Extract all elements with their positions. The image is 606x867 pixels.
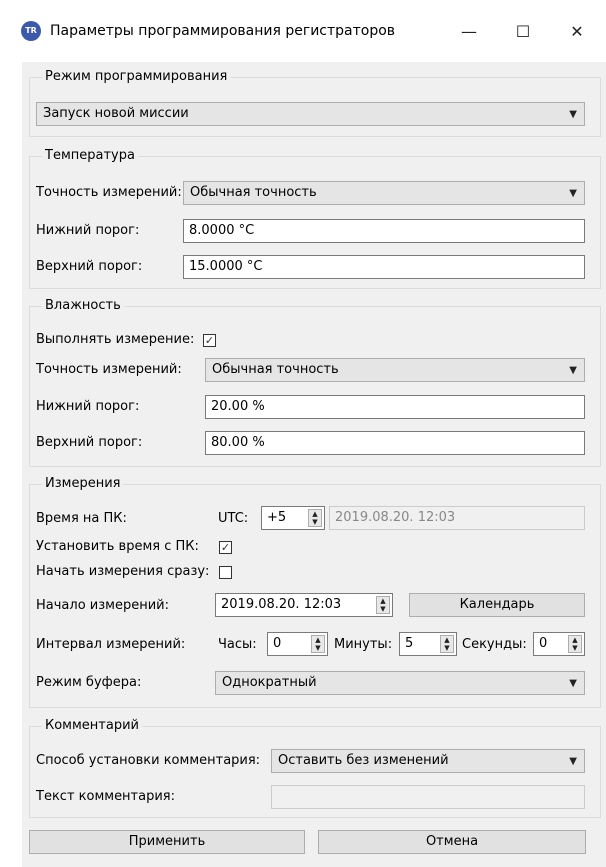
- comment-method-select[interactable]: Оставить без изменений ▼: [271, 749, 585, 773]
- apply-button[interactable]: Применить: [29, 830, 305, 854]
- humidity-measure-checkbox[interactable]: ✓: [203, 334, 216, 347]
- programming-mode-legend: Режим программирования: [42, 68, 231, 86]
- start-datetime-picker[interactable]: 2019.08.20. 12:03 ▲ ▼: [215, 593, 393, 617]
- cancel-button[interactable]: Отмена: [318, 830, 586, 854]
- seconds-stepper[interactable]: 0 ▲ ▼: [533, 632, 585, 656]
- hours-stepper[interactable]: 0 ▲ ▼: [267, 632, 328, 656]
- humidity-low-label: Нижний порог:: [36, 399, 140, 414]
- chevron-down-icon: ▼: [569, 756, 577, 767]
- utc-label: UTC:: [218, 511, 249, 526]
- spin-arrows-icon[interactable]: ▲ ▼: [568, 635, 582, 653]
- temperature-accuracy-label: Точность измерений:: [36, 185, 182, 200]
- humidity-accuracy-select[interactable]: Обычная точность ▼: [205, 358, 585, 382]
- start-now-checkbox[interactable]: [219, 566, 232, 579]
- start-now-label: Начать измерения сразу:: [36, 564, 210, 579]
- humidity-high-label: Верхний порог:: [36, 435, 143, 450]
- minutes-value: 5: [405, 636, 414, 651]
- start-label: Начало измерений:: [36, 598, 169, 613]
- temperature-accuracy-value: Обычная точность: [190, 185, 317, 200]
- maximize-icon[interactable]: ☐: [509, 20, 537, 44]
- close-icon[interactable]: ✕: [563, 20, 591, 44]
- set-time-checkbox[interactable]: ✓: [219, 541, 232, 554]
- humidity-accuracy-label: Точность измерений:: [36, 362, 182, 377]
- comment-text-label: Текст комментария:: [36, 789, 176, 804]
- humidity-legend: Влажность: [42, 297, 124, 315]
- humidity-high-input[interactable]: 80.00 %: [205, 431, 585, 455]
- app-logo-icon: TR: [21, 21, 41, 41]
- window-title: Параметры программирования регистраторов: [50, 23, 396, 39]
- set-time-label: Установить время с ПК:: [36, 539, 199, 554]
- buffer-mode-value: Однократный: [222, 675, 317, 690]
- utc-offset-value: +5: [267, 510, 287, 525]
- utc-offset-stepper[interactable]: +5 ▲ ▼: [261, 506, 325, 530]
- comment-legend: Комментарий: [42, 717, 142, 735]
- temperature-low-input[interactable]: 8.0000 °C: [183, 219, 585, 243]
- minutes-stepper[interactable]: 5 ▲ ▼: [399, 632, 457, 656]
- temperature-legend: Температура: [42, 147, 138, 165]
- seconds-value: 0: [539, 636, 548, 651]
- pc-time-field: 2019.08.20. 12:03: [329, 506, 585, 530]
- hours-label: Часы:: [218, 637, 257, 652]
- minimize-icon[interactable]: —: [455, 20, 483, 44]
- chevron-down-icon: ▼: [569, 109, 577, 120]
- checkmark-icon: ✓: [220, 541, 231, 554]
- spin-arrows-icon[interactable]: ▲ ▼: [376, 596, 390, 614]
- humidity-measure-label: Выполнять измерение:: [36, 332, 195, 347]
- chevron-down-icon: ▼: [569, 365, 577, 376]
- buffer-mode-select[interactable]: Однократный ▼: [215, 671, 585, 695]
- pc-time-label: Время на ПК:: [36, 511, 127, 526]
- checkmark-icon: ✓: [204, 334, 215, 347]
- chevron-down-icon: ▼: [569, 188, 577, 199]
- spin-arrows-icon[interactable]: ▲ ▼: [440, 635, 454, 653]
- buffer-label: Режим буфера:: [36, 675, 142, 690]
- spin-arrows-icon[interactable]: ▲ ▼: [311, 635, 325, 653]
- programming-mode-value: Запуск новой миссии: [43, 106, 189, 121]
- humidity-accuracy-value: Обычная точность: [212, 362, 339, 377]
- comment-method-label: Способ установки комментария:: [36, 753, 261, 768]
- seconds-label: Секунды:: [462, 637, 527, 652]
- start-datetime-value: 2019.08.20. 12:03: [221, 597, 342, 612]
- hours-value: 0: [273, 636, 282, 651]
- temperature-high-label: Верхний порог:: [36, 259, 143, 274]
- dialog-body: Режим программирования Запуск новой мисс…: [22, 62, 606, 867]
- humidity-low-input[interactable]: 20.00 %: [205, 395, 585, 419]
- temperature-low-label: Нижний порог:: [36, 223, 140, 238]
- temperature-accuracy-select[interactable]: Обычная точность ▼: [183, 181, 585, 205]
- temperature-high-input[interactable]: 15.0000 °C: [183, 255, 585, 279]
- comment-text-input: [271, 785, 585, 809]
- comment-method-value: Оставить без изменений: [278, 753, 449, 768]
- chevron-down-icon: ▼: [569, 678, 577, 689]
- calendar-button[interactable]: Календарь: [409, 593, 585, 617]
- minutes-label: Минуты:: [334, 637, 393, 652]
- interval-label: Интервал измерений:: [36, 637, 186, 652]
- spin-arrows-icon[interactable]: ▲ ▼: [308, 509, 322, 527]
- title-bar: TR Параметры программирования регистрато…: [0, 0, 606, 62]
- programming-mode-select[interactable]: Запуск новой миссии ▼: [36, 102, 585, 126]
- measurements-legend: Измерения: [42, 475, 124, 493]
